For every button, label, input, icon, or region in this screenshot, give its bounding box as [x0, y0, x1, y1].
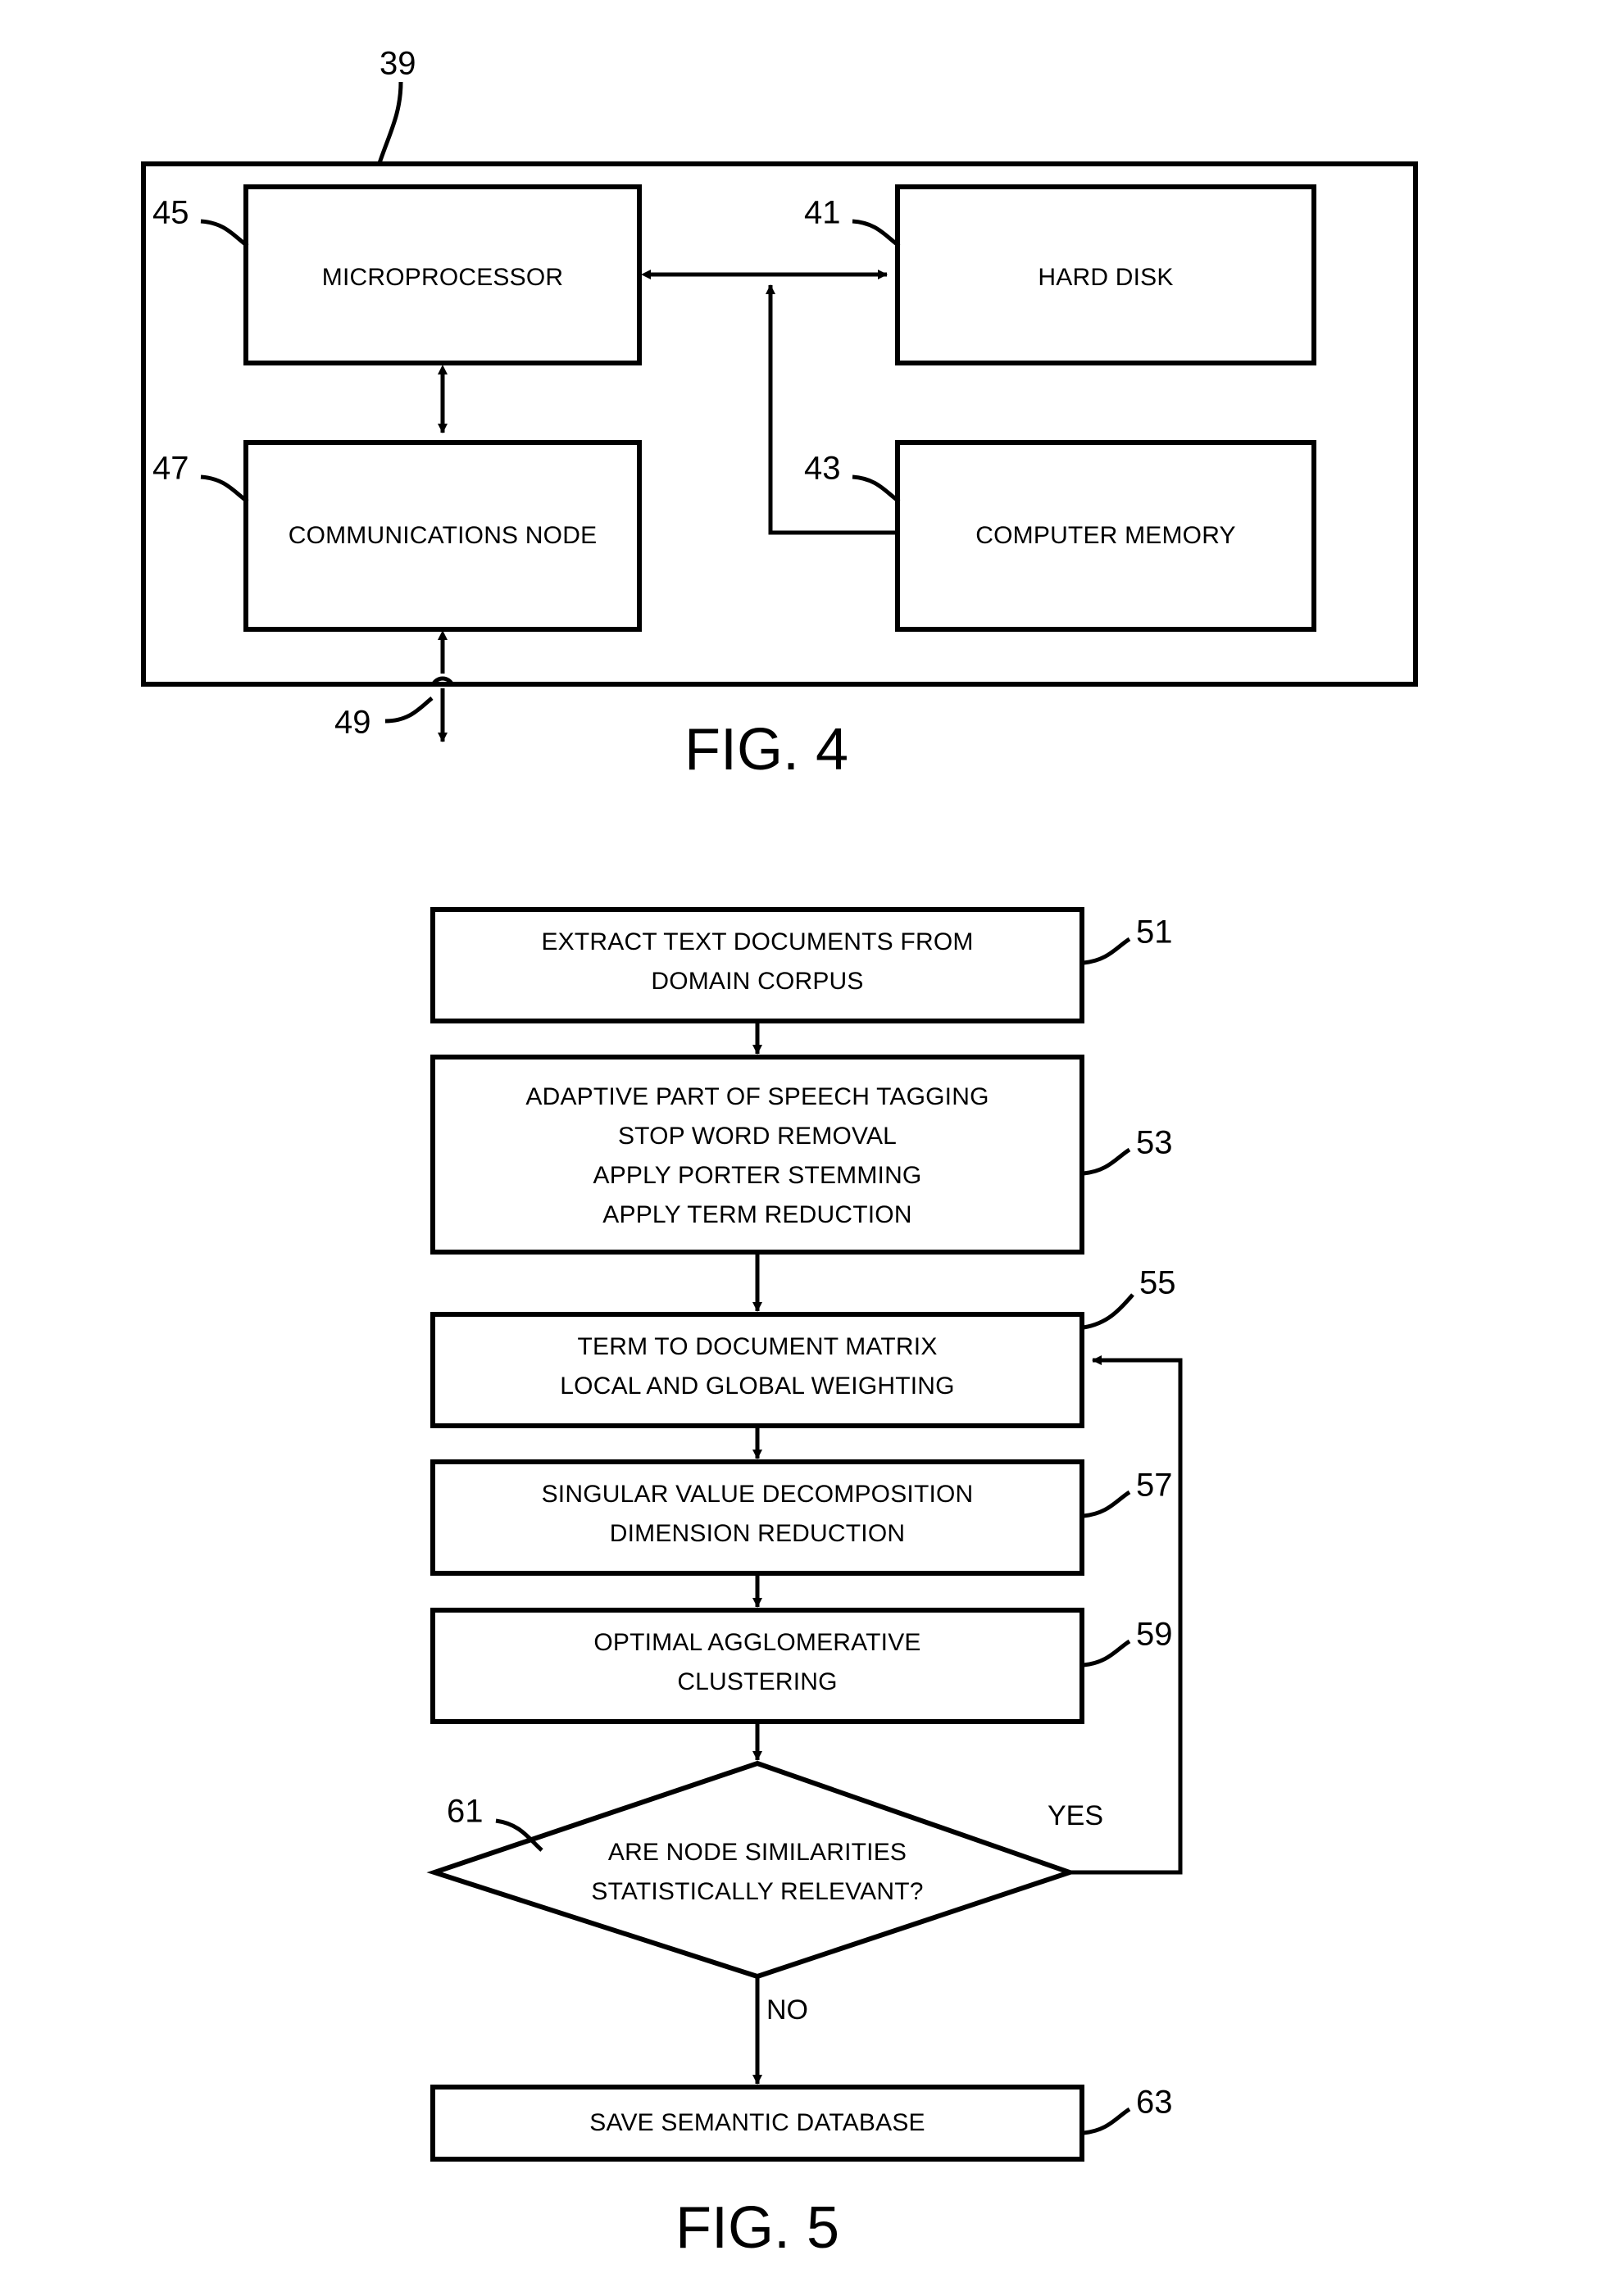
flow-step-59-line2: CLUSTERING: [677, 1668, 837, 1695]
figure-4: 39 MICROPROCESSOR 45 HARD DISK 41 COMMUN…: [141, 46, 1418, 783]
leader-39: [376, 81, 403, 166]
patent-figure-sheet: 39 MICROPROCESSOR 45 HARD DISK 41 COMMUN…: [0, 0, 1609, 2296]
flow-step-53-line3: APPLY PORTER STEMMING: [593, 1162, 922, 1189]
flow-step-51: [430, 907, 1084, 1023]
block-hard-disk-label: HARD DISK: [1038, 264, 1173, 291]
flow-step-53-line1: ADAPTIVE PART OF SPEECH TAGGING: [525, 1083, 989, 1110]
flow-decision-61-line2: STATISTICALLY RELEVANT?: [591, 1878, 923, 1905]
leader-57: [1083, 1490, 1131, 1518]
leader-55: [1083, 1293, 1134, 1330]
flow-step-55-line1: TERM TO DOCUMENT MATRIX: [577, 1333, 937, 1360]
flow-step-57-line2: DIMENSION REDUCTION: [610, 1520, 905, 1547]
connector-computermemory-bus: [766, 284, 898, 535]
ref-label-61: 61: [447, 1794, 484, 1830]
flow-step-53-line2: STOP WORD REMOVAL: [618, 1123, 897, 1150]
figure-4-caption: FIG. 4: [684, 717, 848, 783]
flow-step-51-line2: DOMAIN CORPUS: [651, 968, 863, 995]
ref-label-49: 49: [334, 705, 371, 741]
leader-45: [200, 219, 249, 248]
flow-step-55: [430, 1312, 1084, 1428]
ref-label-43: 43: [804, 451, 841, 487]
leader-51: [1083, 937, 1131, 965]
leader-63: [1083, 2107, 1131, 2135]
figure-5: EXTRACT TEXT DOCUMENTS FROM DOMAIN CORPU…: [426, 907, 1183, 2261]
ref-label-41: 41: [804, 195, 841, 231]
flow-step-63-line1: SAVE SEMANTIC DATABASE: [589, 2109, 925, 2136]
leader-53: [1083, 1147, 1131, 1176]
ref-label-57: 57: [1136, 1468, 1173, 1504]
ref-label-47: 47: [152, 451, 189, 487]
figures-svg: 39 MICROPROCESSOR 45 HARD DISK 41 COMMUN…: [141, 46, 1418, 2261]
flow-step-55-line2: LOCAL AND GLOBAL WEIGHTING: [560, 1373, 954, 1400]
block-microprocessor-label: MICROPROCESSOR: [322, 264, 564, 291]
figure-5-caption: FIG. 5: [675, 2195, 839, 2261]
leader-41: [852, 219, 901, 248]
leader-47: [200, 474, 249, 504]
flow-step-57-line1: SINGULAR VALUE DECOMPOSITION: [542, 1481, 974, 1508]
flow-step-53-line4: APPLY TERM REDUCTION: [602, 1201, 911, 1228]
block-communications-node-label: COMMUNICATIONS NODE: [289, 522, 598, 549]
ref-label-45: 45: [152, 195, 189, 231]
ref-label-63: 63: [1136, 2085, 1173, 2121]
flow-step-59-line1: OPTIMAL AGGLOMERATIVE: [593, 1629, 920, 1656]
leader-43: [852, 474, 901, 504]
ref-label-51: 51: [1136, 914, 1173, 951]
flow-decision-61-line1: ARE NODE SIMILARITIES: [608, 1839, 907, 1866]
flow-step-59: [430, 1608, 1084, 1724]
ref-label-59: 59: [1136, 1617, 1173, 1653]
leader-59: [1083, 1639, 1131, 1668]
block-computer-memory-label: COMPUTER MEMORY: [975, 522, 1235, 549]
ref-label-55: 55: [1139, 1265, 1176, 1301]
branch-label-no: NO: [766, 1994, 808, 2026]
flow-decision-61: [426, 1760, 1078, 1980]
flow-step-51-line1: EXTRACT TEXT DOCUMENTS FROM: [541, 928, 973, 955]
ref-label-53: 53: [1136, 1125, 1173, 1161]
ref-label-39: 39: [380, 46, 416, 82]
branch-label-yes: YES: [1048, 1800, 1103, 1831]
flow-step-57: [430, 1459, 1084, 1576]
leader-49: [384, 697, 434, 724]
